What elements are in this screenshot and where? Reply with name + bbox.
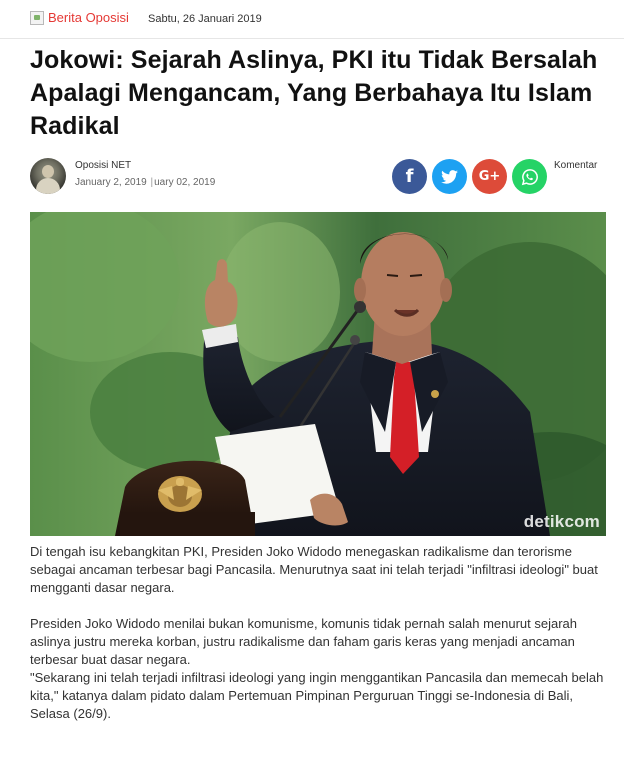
paragraph-2: Presiden Joko Widodo menilai bukan komun… — [30, 616, 578, 667]
published-date: January 2, 2019 — [75, 177, 147, 188]
facebook-share-button[interactable]: f — [392, 159, 427, 194]
google-plus-share-button[interactable]: G+ — [472, 159, 507, 194]
facebook-icon: f — [405, 166, 414, 187]
comment-link[interactable]: Komentar — [554, 160, 597, 171]
paragraph-1: Di tengah isu kebangkitan PKI, Presiden … — [30, 544, 598, 595]
publish-date: January 2, 2019 |uary 02, 2019 — [75, 177, 215, 188]
date-separator: | — [150, 177, 154, 188]
header-date: Sabtu, 26 Januari 2019 — [148, 13, 262, 25]
whatsapp-icon — [521, 168, 538, 185]
article-title: Jokowi: Sejarah Aslinya, PKI itu Tidak B… — [30, 46, 598, 140]
share-buttons: f G+ — [392, 159, 547, 194]
updated-date: uary 02, 2019 — [154, 177, 216, 188]
author-meta: Oposisi NET January 2, 2019 |uary 02, 20… — [30, 158, 610, 198]
author-avatar[interactable] — [30, 158, 66, 194]
twitter-share-button[interactable] — [432, 159, 467, 194]
article-hero-image: detikcom — [30, 212, 606, 536]
site-logo[interactable]: Berita Oposisi — [30, 10, 129, 25]
twitter-icon — [441, 169, 458, 184]
author-name[interactable]: Oposisi NET — [75, 160, 131, 171]
logo-text: Berita Oposisi — [48, 10, 129, 25]
paragraph-3: "Sekarang ini telah terjadi infiltrasi i… — [30, 670, 604, 721]
broken-image-icon — [30, 10, 44, 25]
whatsapp-share-button[interactable] — [512, 159, 547, 194]
speech-photo — [30, 212, 606, 536]
article-body: Di tengah isu kebangkitan PKI, Presiden … — [30, 543, 610, 723]
google-plus-icon: G+ — [478, 169, 501, 184]
image-watermark: detikcom — [523, 512, 600, 531]
top-bar: Berita Oposisi Sabtu, 26 Januari 2019 — [0, 0, 624, 39]
